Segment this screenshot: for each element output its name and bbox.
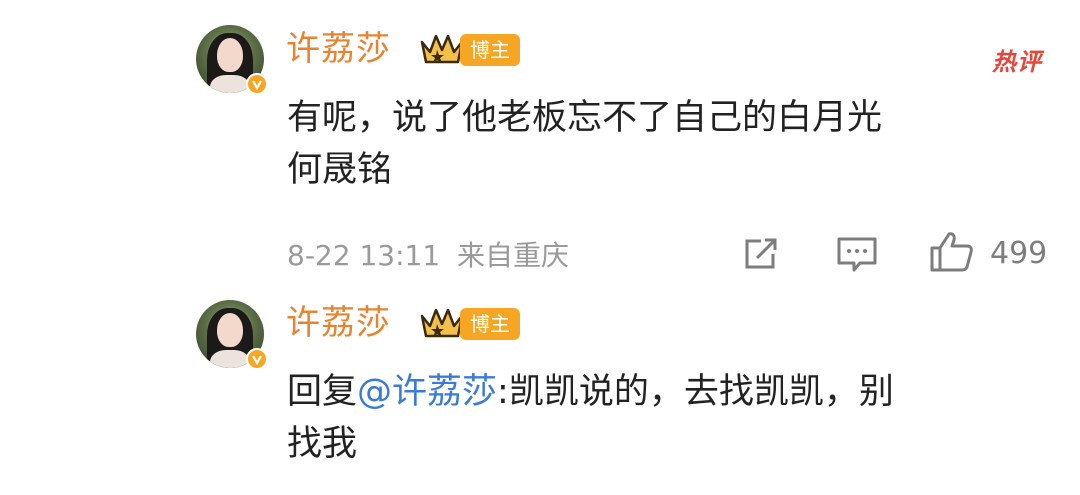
verified-v-icon [246,348,268,370]
reply-body: :凯凯说的，去找凯凯，别 [497,372,894,412]
crown-icon [420,308,464,338]
comment-text-line-2: 何晟铭 [287,150,393,190]
comment-icon[interactable] [836,236,878,274]
comment-text: 有呢，说了他老板忘不了自己的白月光 何晟铭 [287,92,882,196]
reply-text-line-1: 回复@许荔莎:凯凯说的，去找凯凯，别 [287,366,894,418]
blogger-badge: 博主 [460,34,520,66]
comment-meta: 8-22 13:11 来自重庆 [287,234,569,274]
reply-prefix: 回复 [287,372,358,412]
thumbs-up-icon[interactable] [929,230,975,274]
comment-text-line-1: 有呢，说了他老板忘不了自己的白月光 [287,98,883,138]
comment-location: 来自重庆 [457,239,570,272]
hot-comment-tag: 热评 [992,48,1042,76]
username[interactable]: 许荔莎 [286,306,391,340]
blogger-badge: 博主 [460,308,520,340]
reply-text: 回复@许荔莎:凯凯说的，去找凯凯，别 找我 [287,366,894,470]
like-count: 499 [990,236,1048,271]
share-icon[interactable] [741,236,781,272]
crown-icon [420,34,464,64]
mention-link[interactable]: @许荔莎 [357,372,497,412]
reply-text-line-2: 找我 [287,424,358,464]
comment-time: 8-22 13:11 [287,239,441,272]
verified-v-icon [246,73,268,95]
username[interactable]: 许荔莎 [286,32,391,66]
